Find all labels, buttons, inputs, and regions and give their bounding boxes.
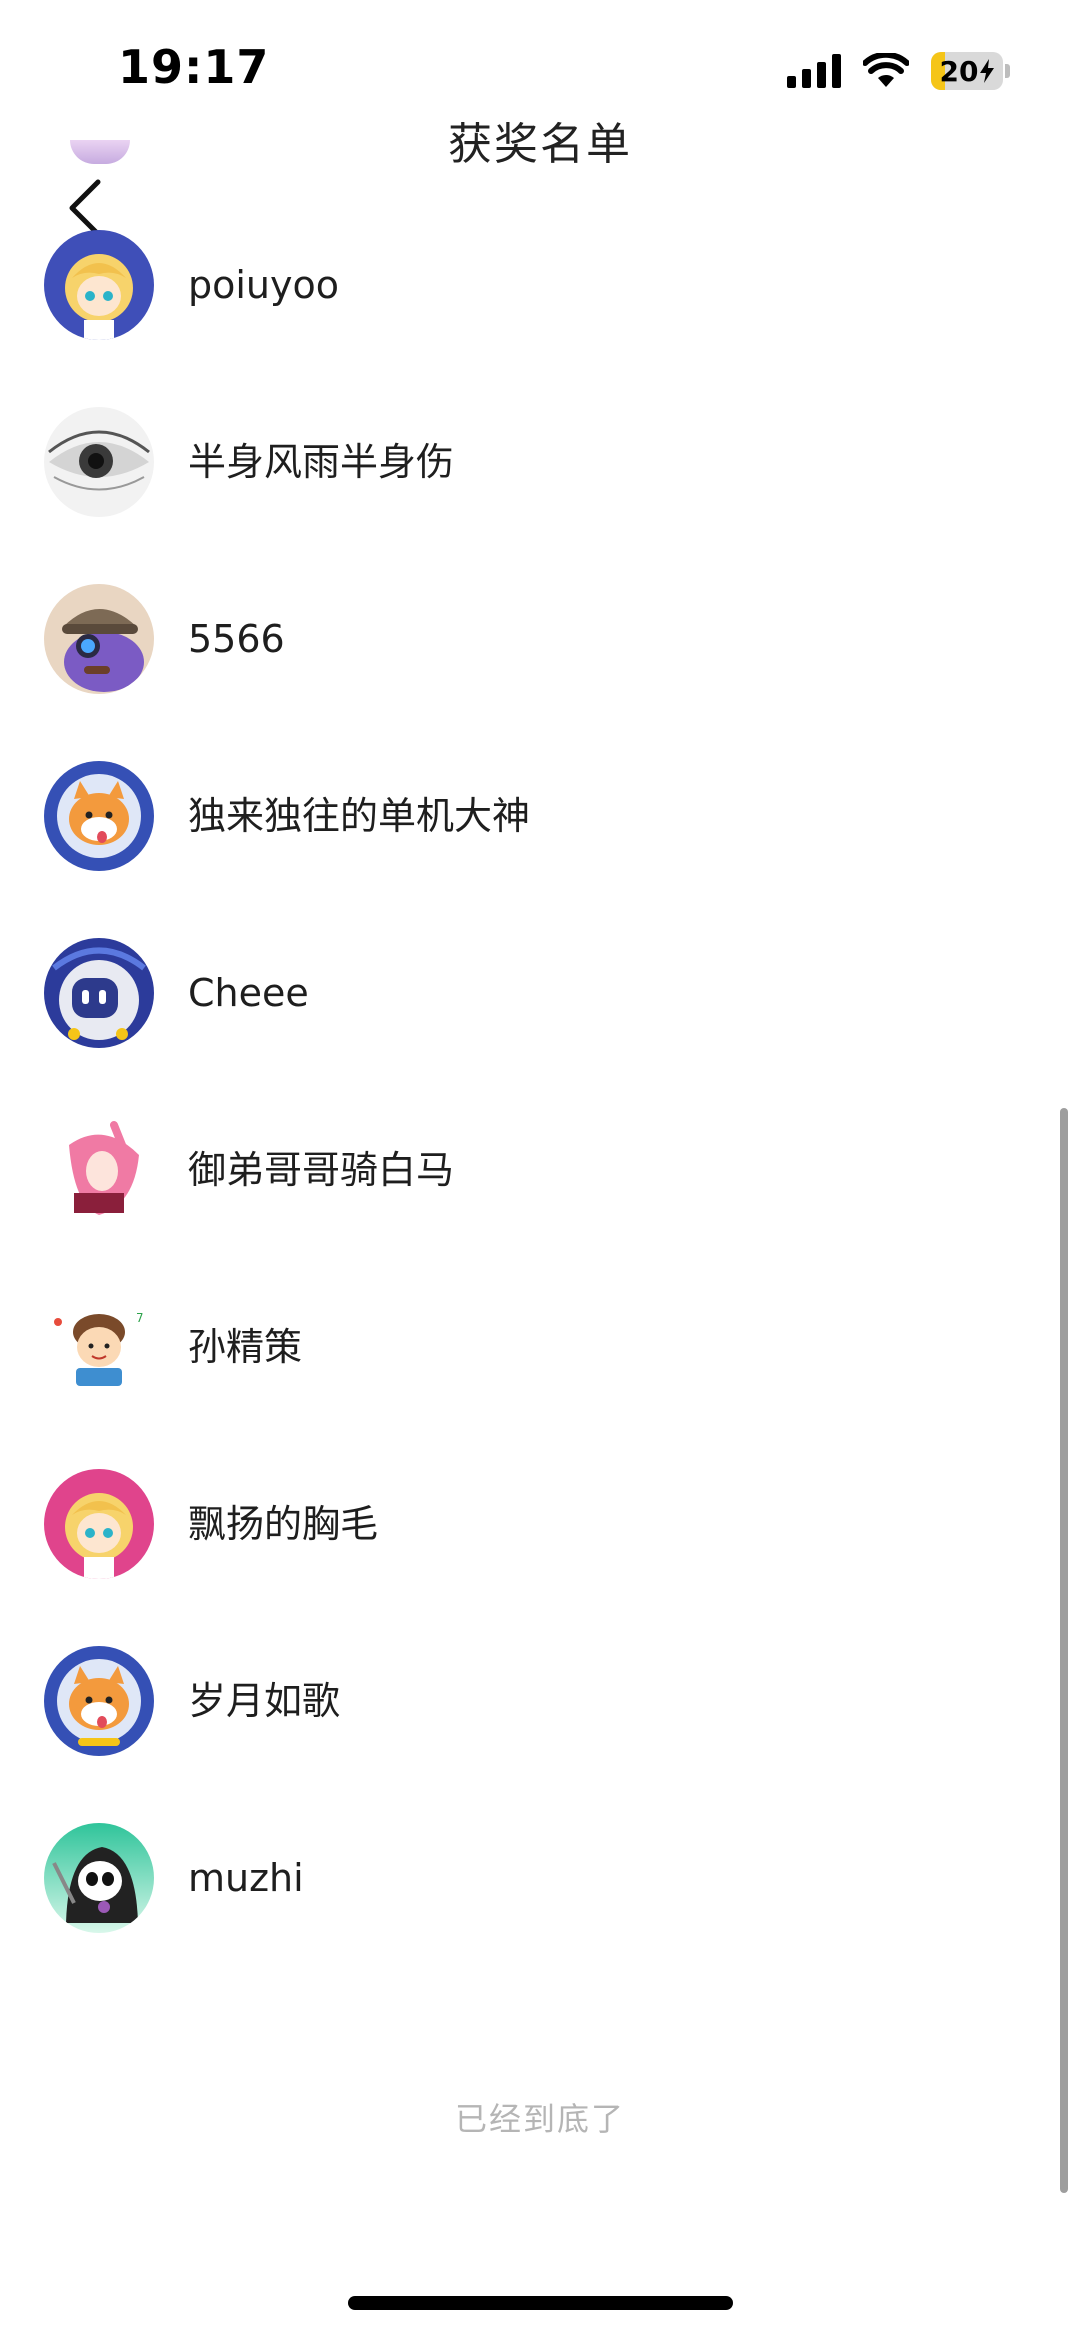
list-item[interactable]: muzhi bbox=[0, 1817, 1080, 1994]
winner-name: poiuyoo bbox=[188, 263, 339, 307]
detective-cat-avatar bbox=[44, 584, 154, 694]
cartoon-boy-avatar: 7 bbox=[44, 1292, 154, 1402]
scrollbar[interactable] bbox=[1060, 1108, 1068, 2193]
winner-name: 飘扬的胸毛 bbox=[188, 1502, 379, 1546]
eye-avatar bbox=[44, 407, 154, 517]
list-item[interactable]: Cheee bbox=[0, 932, 1080, 1109]
list-item[interactable]: 独来独往的单机大神 bbox=[0, 755, 1080, 932]
list-item[interactable]: poiuyoo bbox=[0, 224, 1080, 401]
page-title: 获奖名单 bbox=[448, 119, 632, 170]
list-item[interactable]: 飘扬的胸毛 bbox=[0, 1463, 1080, 1640]
winner-name: Cheee bbox=[188, 971, 309, 1015]
wifi-icon bbox=[863, 53, 909, 87]
winner-name: 独来独往的单机大神 bbox=[188, 794, 531, 838]
status-icons: 20 bbox=[787, 52, 1010, 90]
pink-hair-character-avatar bbox=[44, 1115, 154, 1225]
battery-container: 20 bbox=[931, 52, 1010, 90]
charging-bolt-icon bbox=[980, 59, 995, 83]
winner-name: 御弟哥哥骑白马 bbox=[188, 1148, 455, 1192]
winner-name: muzhi bbox=[188, 1856, 304, 1900]
battery-level: 20 bbox=[939, 54, 979, 88]
status-time: 19:17 bbox=[118, 40, 270, 94]
battery-cap bbox=[1005, 64, 1010, 78]
shiba-astronaut-avatar bbox=[44, 1646, 154, 1756]
winner-name: 孙精策 bbox=[188, 1325, 303, 1369]
winner-name: 5566 bbox=[188, 617, 285, 661]
battery-charging-icon: 20 bbox=[931, 52, 1003, 90]
panda-reaper-avatar bbox=[44, 1823, 154, 1933]
anime-girl-pink-avatar bbox=[44, 1469, 154, 1579]
winner-name: 岁月如歌 bbox=[188, 1679, 341, 1723]
anime-girl-avatar bbox=[44, 230, 154, 340]
list-item[interactable]: 5566 bbox=[0, 578, 1080, 755]
robot-avatar bbox=[44, 938, 154, 1048]
end-of-list-text: 已经到底了 bbox=[454, 2100, 625, 2138]
list-item[interactable]: 7 孙精策 bbox=[0, 1286, 1080, 1463]
list-item[interactable]: 御弟哥哥骑白马 bbox=[0, 1109, 1080, 1286]
svg-text:7: 7 bbox=[136, 1311, 144, 1325]
cellular-signal-icon bbox=[787, 54, 841, 88]
winner-name: 半身风雨半身伤 bbox=[188, 440, 455, 484]
list-item[interactable]: 岁月如歌 bbox=[0, 1640, 1080, 1817]
home-indicator[interactable] bbox=[348, 2296, 733, 2310]
winner-list: poiuyoo 半身风雨半身伤 5566 独来独往的单机大神 Cheee 御弟哥… bbox=[0, 224, 1080, 1994]
list-item[interactable]: 半身风雨半身伤 bbox=[0, 401, 1080, 578]
shiba-astronaut-avatar bbox=[44, 761, 154, 871]
